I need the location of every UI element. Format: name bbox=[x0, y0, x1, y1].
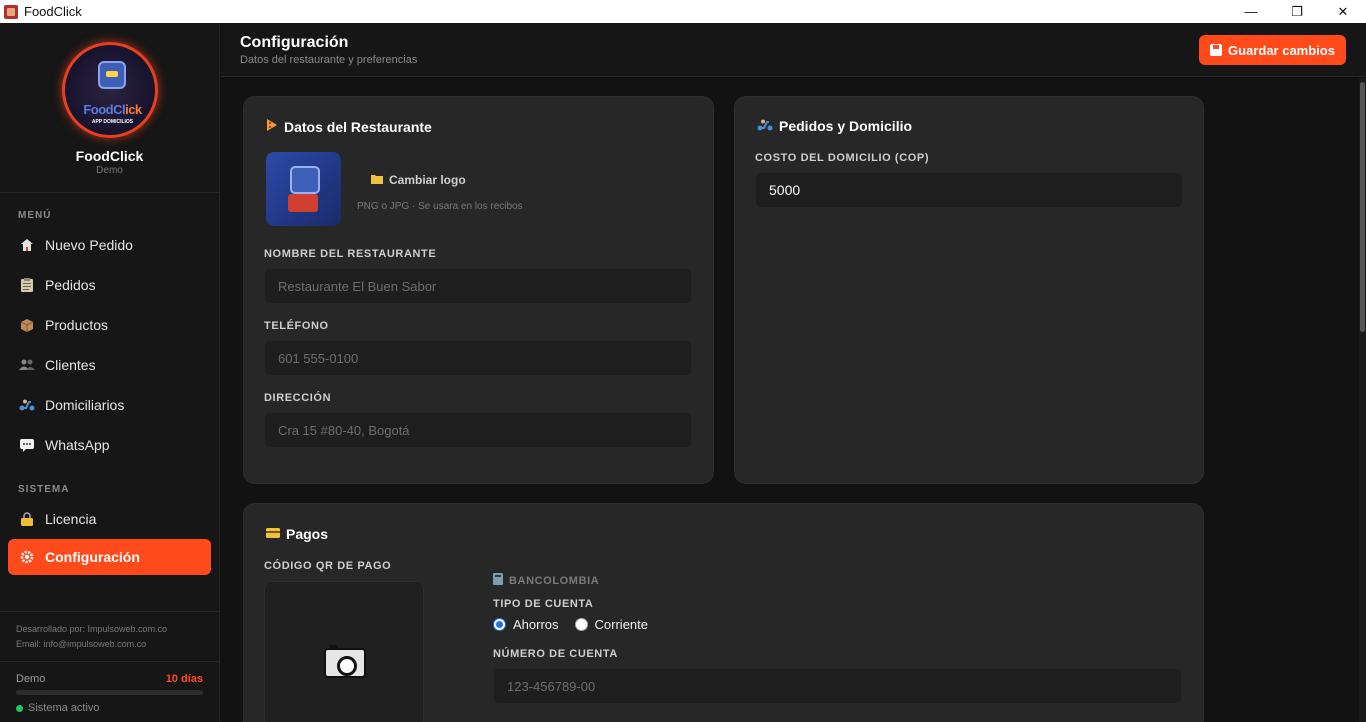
page-header: Configuración Datos del restaurante y pr… bbox=[221, 23, 1366, 77]
account-type-group: Ahorros Corriente bbox=[493, 617, 664, 632]
logo-tagline: APP DOMICILIOS bbox=[91, 119, 134, 125]
sidebar-item-configuracion[interactable]: Configuración bbox=[8, 539, 211, 575]
scrollbar-thumb[interactable] bbox=[1360, 82, 1365, 332]
delivery-cost-input[interactable]: 5000 bbox=[755, 172, 1183, 208]
minimize-icon[interactable]: — bbox=[1228, 0, 1274, 23]
delivery-cost-label: COSTO DEL DOMICILIO (COP) bbox=[755, 152, 930, 164]
payments-card: Pagos CÓDIGO QR DE PAGO BANCOLOMBIA TIPO… bbox=[243, 503, 1204, 722]
license-plan: Demo bbox=[16, 673, 46, 685]
brand-block: FoodClick APP DOMICILIOS FoodClick Demo bbox=[0, 23, 219, 193]
address-input[interactable]: Cra 15 #80-40, Bogotá bbox=[264, 412, 692, 448]
save-button-label: Guardar cambios bbox=[1228, 42, 1335, 58]
developer-name: Desarrollado por: Impulsoweb.com.co bbox=[16, 624, 168, 634]
page-title: Configuración bbox=[240, 34, 349, 51]
clipboard-icon bbox=[19, 277, 35, 293]
account-number-input[interactable]: 123-456789-00 bbox=[493, 668, 1182, 704]
delivery-card: Pedidos y Domicilio COSTO DEL DOMICILIO … bbox=[734, 96, 1204, 484]
scooter-icon bbox=[757, 119, 773, 134]
system-status: Sistema activo bbox=[28, 702, 100, 714]
restaurant-logo-preview[interactable] bbox=[266, 152, 341, 226]
qr-label: CÓDIGO QR DE PAGO bbox=[264, 560, 392, 572]
sidebar: FoodClick APP DOMICILIOS FoodClick Demo … bbox=[0, 23, 220, 722]
developer-email: Email: info@impulsoweb.com.co bbox=[16, 639, 147, 649]
brand-logo: FoodClick APP DOMICILIOS bbox=[61, 42, 158, 138]
box-icon bbox=[19, 317, 35, 333]
developer-credits: Desarrollado por: Impulsoweb.com.co Emai… bbox=[0, 611, 219, 652]
sidebar-item-domiciliarios[interactable]: Domiciliarios bbox=[8, 387, 211, 423]
restore-icon[interactable]: ❐ bbox=[1274, 0, 1320, 23]
users-icon bbox=[19, 357, 35, 373]
address-label: DIRECCIÓN bbox=[264, 392, 332, 404]
radio-ahorros[interactable]: Ahorros bbox=[493, 617, 559, 632]
gear-icon bbox=[19, 549, 35, 565]
license-status: Demo 10 días Sistema activo bbox=[0, 661, 219, 714]
pizza-icon bbox=[266, 118, 278, 135]
sidebar-item-label: Nuevo Pedido bbox=[45, 237, 133, 253]
credit-card-icon bbox=[266, 527, 280, 541]
change-logo-button[interactable]: Cambiar logo bbox=[371, 173, 466, 187]
logo-wordmark: FoodClick bbox=[83, 102, 142, 117]
sidebar-item-productos[interactable]: Productos bbox=[8, 307, 211, 343]
brand-plan: Demo bbox=[96, 165, 123, 176]
robot-icon bbox=[97, 61, 126, 89]
floppy-disk-icon bbox=[1210, 44, 1223, 56]
license-days-left: 10 días bbox=[165, 673, 203, 685]
phone-label: TELÉFONO bbox=[264, 320, 329, 332]
chat-icon bbox=[19, 437, 35, 453]
sidebar-item-label: Domiciliarios bbox=[45, 397, 125, 413]
status-dot-icon bbox=[16, 704, 23, 712]
sidebar-item-label: Productos bbox=[45, 317, 109, 333]
sidebar-item-label: WhatsApp bbox=[45, 437, 110, 453]
restaurant-card: Datos del Restaurante Cambiar logo PNG o… bbox=[243, 96, 714, 484]
logo-hint: PNG o JPG · Se usara en los recibos bbox=[357, 201, 523, 212]
radio-button[interactable] bbox=[493, 618, 506, 631]
license-progress-bar bbox=[16, 690, 203, 695]
phone-input[interactable]: 601 555-0100 bbox=[264, 340, 692, 376]
sidebar-item-label: Licencia bbox=[45, 511, 97, 527]
camera-icon bbox=[324, 645, 366, 678]
account-number-label: NÚMERO DE CUENTA bbox=[493, 648, 618, 660]
sidebar-item-label: Pedidos bbox=[45, 277, 96, 293]
sidebar-item-label: Configuración bbox=[45, 549, 140, 565]
qr-upload-area[interactable] bbox=[264, 581, 424, 722]
window-title: FoodClick bbox=[24, 4, 82, 19]
brand-name: FoodClick bbox=[75, 148, 144, 164]
folder-icon bbox=[371, 174, 383, 187]
radio-button[interactable] bbox=[574, 618, 588, 631]
lock-icon bbox=[19, 511, 35, 527]
page-subtitle: Datos del restaurante y preferencias bbox=[240, 54, 418, 66]
bank-name: BANCOLOMBIA bbox=[493, 573, 599, 588]
payments-card-title: Pagos bbox=[266, 526, 328, 542]
system-section-title: SISTEMA bbox=[18, 484, 70, 495]
delivery-card-title: Pedidos y Domicilio bbox=[757, 118, 912, 134]
account-type-label: TIPO DE CUENTA bbox=[493, 598, 594, 610]
window-controls: — ❐ ✕ bbox=[1228, 0, 1366, 23]
sidebar-item-licencia[interactable]: Licencia bbox=[8, 501, 211, 537]
restaurant-name-label: NOMBRE DEL RESTAURANTE bbox=[264, 248, 437, 260]
main-scrollbar[interactable] bbox=[1359, 78, 1366, 722]
radio-corriente[interactable]: Corriente bbox=[574, 617, 648, 632]
scooter-icon bbox=[19, 397, 35, 413]
save-button[interactable]: Guardar cambios bbox=[1199, 35, 1346, 65]
sidebar-item-whatsapp[interactable]: WhatsApp bbox=[8, 427, 211, 463]
restaurant-name-input[interactable]: Restaurante El Buen Sabor bbox=[264, 268, 692, 304]
sidebar-item-label: Clientes bbox=[45, 357, 96, 373]
app-icon bbox=[4, 4, 18, 19]
home-icon bbox=[19, 237, 35, 253]
sidebar-item-pedidos[interactable]: Pedidos bbox=[8, 267, 211, 303]
sidebar-item-clientes[interactable]: Clientes bbox=[8, 347, 211, 383]
restaurant-card-title: Datos del Restaurante bbox=[266, 118, 432, 135]
menu-section-title: MENÚ bbox=[18, 210, 52, 221]
bank-icon bbox=[493, 573, 503, 588]
sidebar-item-nuevo-pedido[interactable]: Nuevo Pedido bbox=[8, 227, 211, 263]
close-icon[interactable]: ✕ bbox=[1320, 0, 1366, 23]
window-titlebar: FoodClick — ❐ ✕ bbox=[0, 0, 1366, 23]
